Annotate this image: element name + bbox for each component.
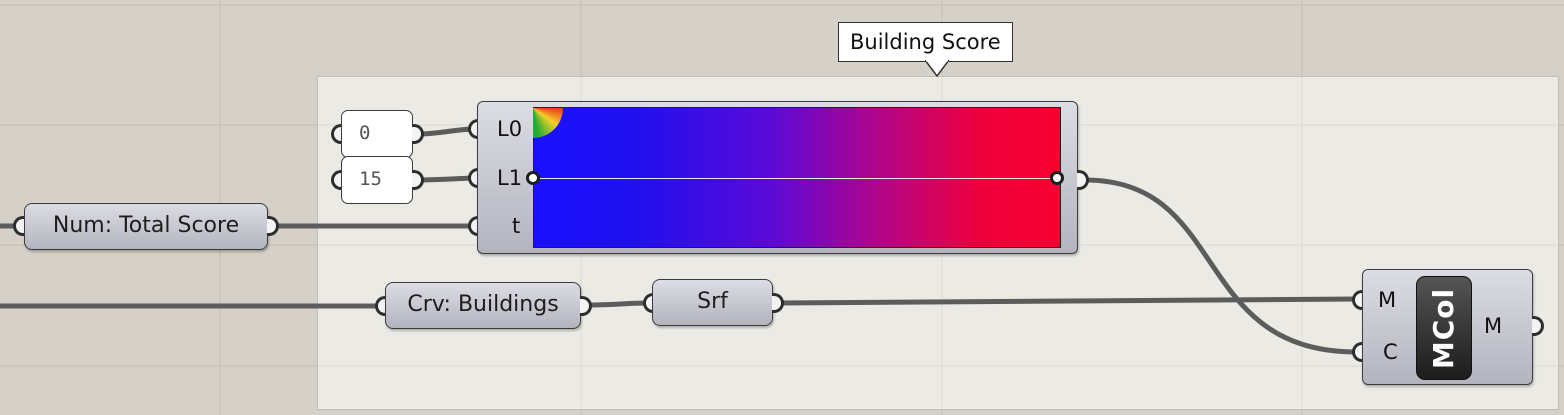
param-num-total-score[interactable]: Num: Total Score — [24, 203, 268, 250]
param-srf[interactable]: Srf — [652, 279, 773, 326]
input-label-c: C — [1383, 340, 1398, 364]
param-crv-buildings[interactable]: Crv: Buildings — [385, 282, 581, 329]
input-label-t: t — [512, 214, 521, 238]
wire-srf-to-mcol-m — [776, 296, 1360, 306]
number-slider-15[interactable]: 15 — [341, 156, 413, 204]
input-label-m: M — [1378, 288, 1397, 312]
param-label: Srf — [697, 289, 728, 314]
param-label: Num: Total Score — [52, 213, 240, 238]
number-slider-0[interactable]: 0 — [341, 110, 413, 158]
gradient-graph-line — [540, 178, 1057, 179]
param-label: Crv: Buildings — [407, 292, 559, 317]
gradient-handle-left[interactable] — [526, 171, 540, 185]
mcol-name-text: MCol — [1427, 287, 1461, 369]
wire-slider0-to-l0 — [414, 126, 475, 137]
wire-buildings-to-srf — [586, 300, 651, 308]
wire-slider15-to-l1 — [414, 175, 475, 183]
input-label-l0: L0 — [497, 117, 523, 141]
gradient-handle-right[interactable] — [1050, 171, 1064, 185]
mcol-name: MCol — [1416, 276, 1472, 380]
input-label-l1: L1 — [497, 166, 523, 190]
tooltip-tail-icon — [925, 60, 949, 78]
output-label-m: M — [1484, 314, 1503, 338]
wire-gradient-to-mcol-c — [1082, 177, 1360, 355]
tooltip: Building Score — [838, 22, 1013, 62]
